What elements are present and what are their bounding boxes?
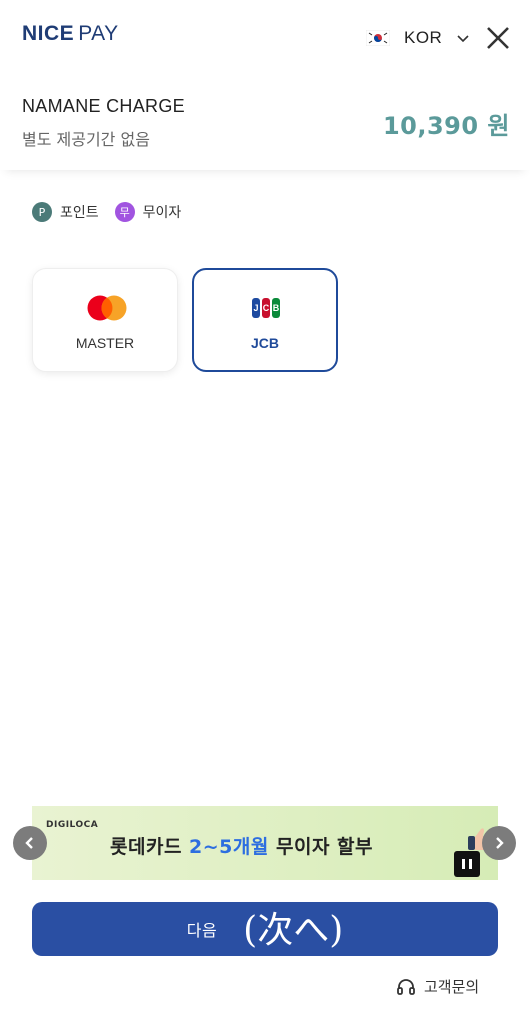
support-label: 고객문의: [424, 978, 480, 996]
mastercard-logo-icon: [87, 295, 127, 321]
next-button-label: 다음: [186, 921, 218, 940]
jcb-logo-c: C: [262, 298, 270, 318]
promo-banner[interactable]: DIGILOCA 롯데카드 2~5개월 무이자 할부: [32, 806, 498, 884]
logo-nice: NICE: [22, 22, 75, 45]
jcb-logo-icon: J C B: [251, 298, 281, 318]
next-button-annotation: (次へ): [243, 910, 344, 951]
logo-pay: PAY: [78, 22, 119, 45]
banner-text-highlight: 2~5개월: [189, 836, 269, 858]
headset-icon: [397, 978, 415, 995]
interest-free-badge: 무: [114, 202, 135, 222]
product-name: NAMANE CHARGE: [22, 96, 185, 116]
customer-support-link[interactable]: 고객문의: [396, 976, 479, 997]
language-selector[interactable]: KOR: [365, 24, 470, 52]
point-badge: P: [32, 202, 52, 222]
nicepay-logo: NICE PAY: [22, 22, 119, 46]
banner-prev-button[interactable]: [13, 826, 47, 860]
point-label: 포인트: [60, 205, 99, 221]
jcb-logo-j: J: [252, 298, 260, 318]
banner-divider: [32, 880, 498, 884]
card-option-master[interactable]: MASTER: [32, 268, 178, 372]
chevron-down-icon: [457, 35, 469, 43]
jcb-logo-b: B: [272, 298, 280, 318]
order-summary: NAMANE CHARGE 별도 제공기간 없음 10,390 원: [0, 76, 530, 170]
chevron-left-icon: [25, 837, 33, 849]
banner-next-button[interactable]: [482, 826, 516, 860]
interest-free-label: 무이자: [142, 205, 182, 221]
close-icon[interactable]: [484, 24, 512, 52]
banner-brand: DIGILOCA: [46, 820, 99, 830]
korea-flag-icon: [365, 29, 391, 47]
benefit-legend: P 포인트 무 무이자: [32, 202, 197, 222]
service-period: 별도 제공기간 없음: [22, 130, 150, 149]
order-amount: 10,390 원: [382, 112, 510, 140]
card-name-master: MASTER: [75, 335, 135, 351]
language-label: KOR: [404, 28, 443, 47]
banner-text-suffix: 무이자 할부: [276, 836, 374, 858]
banner-text: 롯데카드 2~5개월 무이자 할부: [110, 832, 373, 859]
pause-icon[interactable]: [454, 851, 480, 877]
card-option-jcb[interactable]: J C B JCB: [192, 268, 338, 372]
banner-text-prefix: 롯데카드: [110, 836, 182, 858]
chevron-right-icon: [496, 837, 504, 849]
card-name-jcb: JCB: [250, 335, 279, 351]
next-button[interactable]: 다음 (次へ): [32, 902, 498, 956]
header: NICE PAY KOR: [0, 0, 530, 76]
